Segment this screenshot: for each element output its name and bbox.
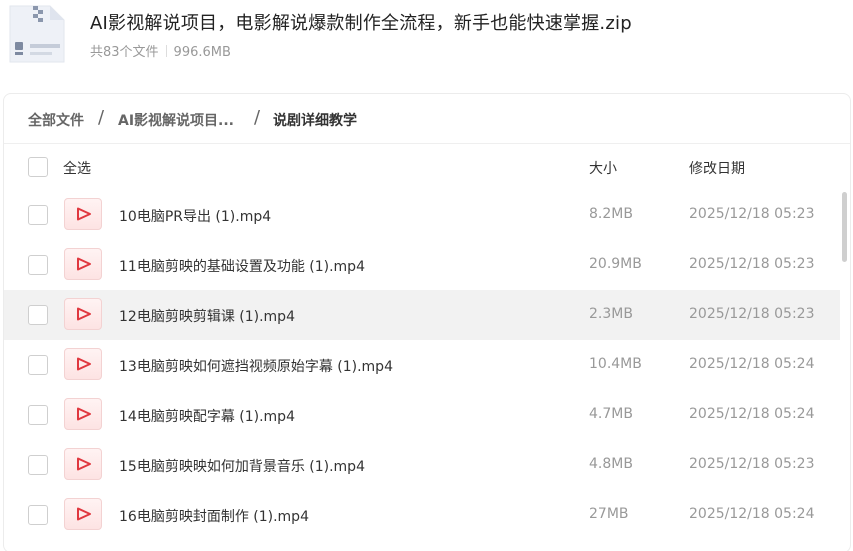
archive-title: AI影视解说项目，电影解说爆款制作全流程，新手也能快速掌握.zip [90,13,632,34]
row-checkbox[interactable] [28,255,48,275]
file-row[interactable]: 14电脑剪映配字幕 (1).mp4 4.7MB 2025/12/18 05:24 [4,390,840,440]
video-file-icon [64,298,102,330]
file-row[interactable]: 16电脑剪映封面制作 (1).mp4 27MB 2025/12/18 05:24 [4,490,840,540]
file-name[interactable]: 14电脑剪映配字幕 (1).mp4 [119,406,295,426]
breadcrumb-current-folder: 说剧详细教学 [273,113,357,129]
file-count: 共83个文件 [90,45,159,60]
breadcrumb-parent-folder[interactable]: AI影视解说项目... [118,110,234,130]
archive-meta: 共83个文件 996.6MB [90,41,231,60]
video-file-icon [64,198,102,230]
row-checkbox[interactable] [28,355,48,375]
file-modified-date: 2025/12/18 05:24 [689,406,815,422]
video-file-icon [64,398,102,430]
meta-divider [165,45,167,57]
breadcrumb: 全部文件 / AI影视解说项目... / 说剧详细教学 [4,94,850,144]
file-modified-date: 2025/12/18 05:23 [689,256,815,272]
file-row[interactable]: 10电脑PR导出 (1).mp4 8.2MB 2025/12/18 05:23 [4,190,840,240]
video-file-icon [64,498,102,530]
modified-date-column-header[interactable]: 修改日期 [689,158,745,178]
select-all-checkbox[interactable] [28,157,48,177]
file-size: 4.8MB [589,456,633,472]
file-size: 4.7MB [589,406,633,422]
file-name[interactable]: 13电脑剪映如何遮挡视频原始字幕 (1).mp4 [119,356,393,376]
file-size: 10.4MB [589,356,642,372]
zip-archive-icon [6,2,68,64]
row-checkbox[interactable] [28,455,48,475]
size-column-header[interactable]: 大小 [589,158,617,178]
file-modified-date: 2025/12/18 05:23 [689,206,815,222]
video-file-icon [64,248,102,280]
file-browser-panel: 全部文件 / AI影视解说项目... / 说剧详细教学 全选 大小 修改日期 1… [3,93,851,551]
file-modified-date: 2025/12/18 05:23 [689,456,815,472]
file-size: 27MB [589,506,629,522]
scrollbar-thumb[interactable] [842,192,847,262]
file-name[interactable]: 16电脑剪映封面制作 (1).mp4 [119,506,309,526]
archive-header: AI影视解说项目，电影解说爆款制作全流程，新手也能快速掌握.zip 共83个文件… [0,0,853,80]
file-name[interactable]: 12电脑剪映剪辑课 (1).mp4 [119,306,295,326]
file-row[interactable]: 11电脑剪映的基础设置及功能 (1).mp4 20.9MB 2025/12/18 0… [4,240,840,290]
file-row[interactable]: 15电脑剪映映如何加背景音乐 (1).mp4 4.8MB 2025/12/18 05… [4,440,840,490]
file-modified-date: 2025/12/18 05:24 [689,506,815,522]
file-name[interactable]: 15电脑剪映映如何加背景音乐 (1).mp4 [119,456,365,476]
file-size: 20.9MB [589,256,642,272]
file-row[interactable]: 13电脑剪映如何遮挡视频原始字幕 (1).mp4 10.4MB 2025/12/18… [4,340,840,390]
total-size: 996.6MB [173,45,231,60]
breadcrumb-separator: / [254,107,261,128]
select-all-label[interactable]: 全选 [63,158,91,178]
video-file-icon [64,448,102,480]
row-checkbox[interactable] [28,305,48,325]
file-modified-date: 2025/12/18 05:23 [689,306,815,322]
file-size: 8.2MB [589,206,633,222]
breadcrumb-separator: / [98,107,105,128]
breadcrumb-root[interactable]: 全部文件 [28,110,84,130]
file-name[interactable]: 10电脑PR导出 (1).mp4 [119,206,271,226]
file-size: 2.3MB [589,306,633,322]
video-file-icon [64,348,102,380]
row-checkbox[interactable] [28,505,48,525]
row-checkbox[interactable] [28,205,48,225]
file-name[interactable]: 11电脑剪映的基础设置及功能 (1).mp4 [119,256,365,276]
row-checkbox[interactable] [28,405,48,425]
file-modified-date: 2025/12/18 05:24 [689,356,815,372]
file-row[interactable]: 12电脑剪映剪辑课 (1).mp4 2.3MB 2025/12/18 05:23 [4,290,840,340]
